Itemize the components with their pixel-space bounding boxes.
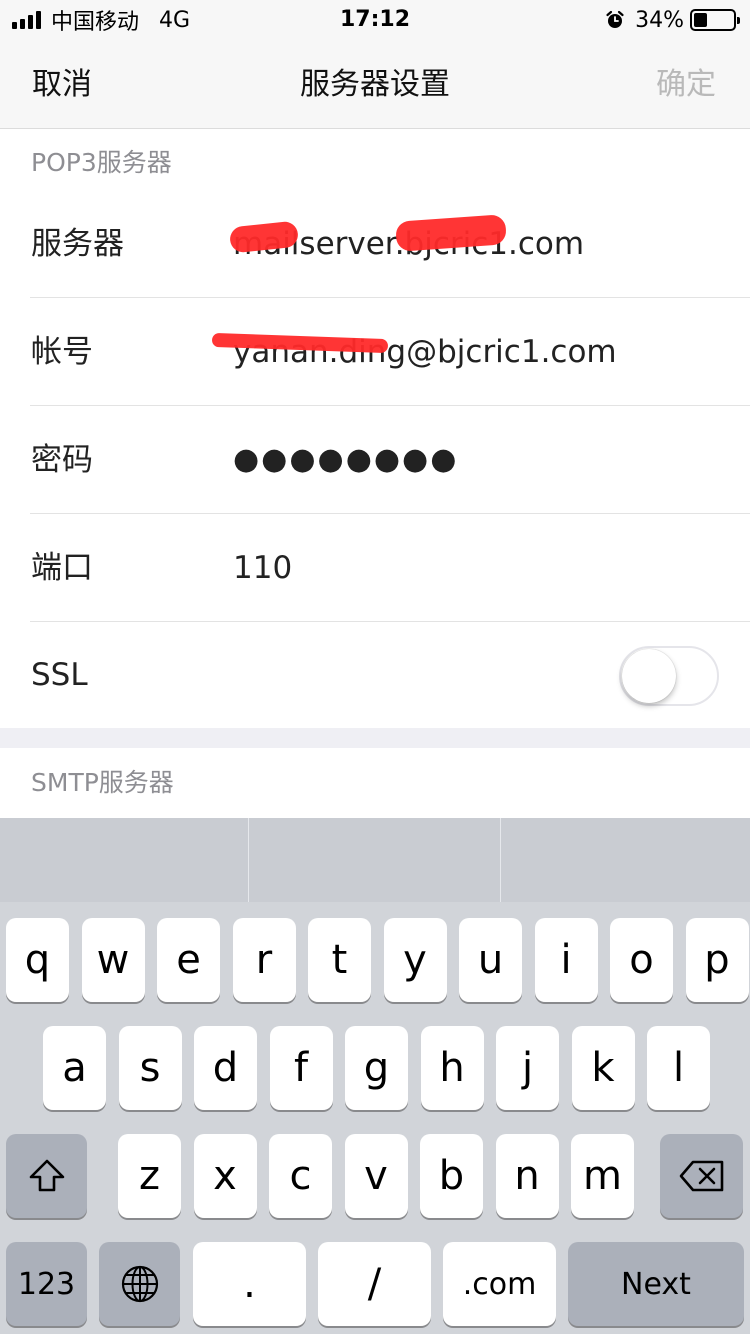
key-a[interactable]: a: [43, 1026, 106, 1110]
shift-key[interactable]: [6, 1134, 87, 1218]
password-label: 密码: [31, 442, 93, 478]
server-row: 服务器 mailserver.bjcric1.com: [0, 190, 750, 298]
key-z[interactable]: z: [118, 1134, 181, 1218]
status-bar: 中国移动 4G 17:12 34%: [0, 0, 750, 40]
globe-icon: [121, 1265, 158, 1303]
delete-key[interactable]: [660, 1134, 743, 1218]
password-row: 密码 ●●●●●●●●: [0, 406, 750, 514]
key-g[interactable]: g: [345, 1026, 408, 1110]
prediction-slot[interactable]: [249, 818, 500, 902]
navigation-bar: 取消 服务器设置 确定: [0, 40, 750, 129]
pop3-section-header: POP3服务器: [0, 130, 750, 190]
key-h[interactable]: h: [420, 1026, 484, 1110]
ssl-row: SSL: [0, 622, 750, 728]
key-x[interactable]: x: [193, 1134, 257, 1218]
key-p[interactable]: p: [685, 918, 749, 1002]
globe-key[interactable]: [99, 1242, 180, 1326]
port-input[interactable]: 110: [233, 514, 292, 622]
prediction-slot[interactable]: [0, 818, 248, 902]
key-e[interactable]: e: [157, 918, 220, 1002]
key-t[interactable]: t: [308, 918, 371, 1002]
signal-strength-icon: [12, 11, 41, 29]
dotcom-key[interactable]: .com: [443, 1242, 556, 1326]
keyboard: qwertyuiop asdfghjkl zxcvbnm 123 . / .co…: [0, 818, 750, 1334]
key-j[interactable]: j: [496, 1026, 559, 1110]
prediction-slot[interactable]: [501, 818, 750, 902]
key-b[interactable]: b: [420, 1134, 483, 1218]
battery-icon: [690, 9, 740, 31]
ssl-label: SSL: [31, 657, 88, 693]
key-f[interactable]: f: [269, 1026, 333, 1110]
port-label: 端口: [31, 550, 93, 586]
ssl-toggle[interactable]: [619, 646, 719, 706]
shift-arrow-icon: [29, 1159, 64, 1192]
network-type: 4G: [159, 7, 191, 33]
password-input[interactable]: ●●●●●●●●: [233, 406, 458, 514]
smtp-section-header: SMTP服务器: [0, 748, 750, 818]
key-s[interactable]: s: [118, 1026, 182, 1110]
status-right: 34%: [605, 6, 740, 34]
numbers-key[interactable]: 123: [6, 1242, 87, 1326]
key-k[interactable]: k: [571, 1026, 635, 1110]
account-label: 帐号: [31, 334, 93, 370]
battery-level-fill: [694, 13, 707, 27]
battery-percent: 34%: [635, 7, 684, 33]
page-title: 服务器设置: [300, 67, 450, 102]
account-input[interactable]: yanan.ding@bjcric1.com: [233, 298, 617, 406]
ssl-toggle-knob: [622, 649, 676, 703]
slash-key[interactable]: /: [318, 1242, 431, 1326]
account-row: 帐号 yanan.ding@bjcric1.com: [0, 298, 750, 406]
status-left: 中国移动 4G: [12, 6, 191, 35]
next-key[interactable]: Next: [568, 1242, 744, 1326]
key-d[interactable]: d: [194, 1026, 257, 1110]
key-n[interactable]: n: [495, 1134, 559, 1218]
key-q[interactable]: q: [6, 918, 69, 1002]
predictive-text-bar: [0, 818, 750, 902]
key-o[interactable]: o: [610, 918, 673, 1002]
dot-key[interactable]: .: [193, 1242, 306, 1326]
cancel-button[interactable]: 取消: [32, 40, 92, 129]
key-v[interactable]: v: [344, 1134, 408, 1218]
key-i[interactable]: i: [534, 918, 598, 1002]
section-gap: [0, 728, 750, 748]
delete-backspace-icon: [679, 1160, 723, 1192]
port-row: 端口 110: [0, 514, 750, 622]
server-label: 服务器: [31, 226, 124, 262]
key-w[interactable]: w: [81, 918, 145, 1002]
key-r[interactable]: r: [232, 918, 296, 1002]
alarm-clock-icon: [606, 10, 624, 28]
key-m[interactable]: m: [571, 1134, 634, 1218]
key-c[interactable]: c: [269, 1134, 332, 1218]
confirm-button[interactable]: 确定: [656, 40, 716, 129]
key-y[interactable]: y: [383, 918, 447, 1002]
key-l[interactable]: l: [647, 1026, 710, 1110]
carrier-name: 中国移动: [51, 10, 140, 35]
key-u[interactable]: u: [459, 918, 522, 1002]
